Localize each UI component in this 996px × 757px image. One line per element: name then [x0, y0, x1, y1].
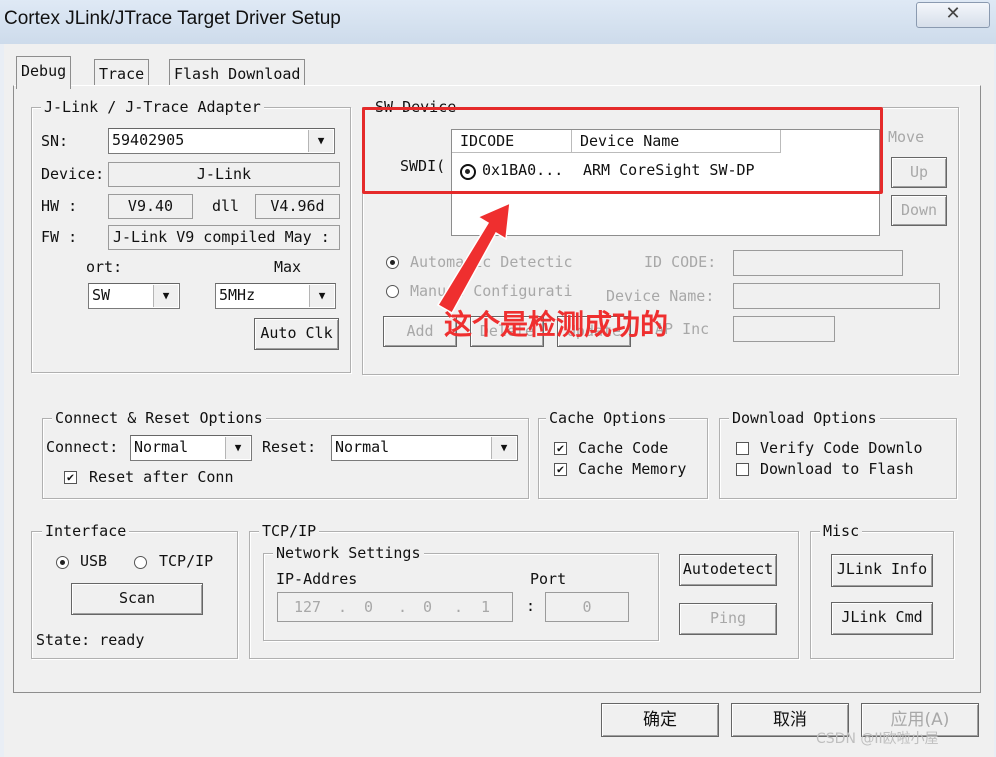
misc-group: [810, 531, 954, 659]
chevron-down-icon: ▼: [225, 437, 250, 459]
ip-address-field[interactable]: 127 . 0 . 0 . 1: [277, 592, 513, 622]
reset-label: Reset:: [262, 438, 317, 456]
max-clock-value: 5MHz: [219, 286, 256, 304]
port-number-label: Port: [530, 570, 567, 588]
chevron-down-icon: ▼: [308, 130, 333, 152]
scan-button[interactable]: Scan: [71, 583, 203, 615]
download-options-group: [719, 418, 957, 499]
connect-label: Connect:: [46, 438, 119, 456]
cache-code-checkbox[interactable]: ✔: [554, 442, 567, 455]
window-title: Cortex JLink/JTrace Target Driver Setup: [4, 8, 341, 29]
cache-options-group-label: Cache Options: [546, 409, 670, 427]
watermark: CSDN @II欧啦小屋: [816, 731, 939, 747]
sn-value: 59402905: [112, 131, 185, 149]
misc-group-label: Misc: [820, 522, 863, 540]
ip-octet-3: 0: [423, 598, 433, 616]
cache-memory-checkbox[interactable]: ✔: [554, 463, 567, 476]
highlight-box: [362, 107, 883, 194]
auto-detect-radio[interactable]: [386, 256, 399, 269]
usb-label: USB: [80, 552, 108, 570]
device-label: Device:: [41, 165, 105, 183]
hw-value: V9.40: [108, 194, 193, 219]
sn-dropdown[interactable]: 59402905 ▼: [108, 128, 335, 154]
max-clock-dropdown[interactable]: 5MHz ▼: [215, 283, 336, 309]
reset-value: Normal: [335, 438, 390, 456]
port-field[interactable]: 0: [545, 592, 629, 622]
ip-label: IP-Addres: [276, 570, 358, 588]
reset-dropdown[interactable]: Normal ▼: [331, 435, 518, 461]
reset-after-conn-checkbox[interactable]: ✔: [64, 471, 77, 484]
close-button[interactable]: ✕: [916, 2, 990, 28]
ok-button[interactable]: 确定: [601, 703, 719, 737]
ip-octet-1: 127: [294, 598, 322, 616]
autodetect-button[interactable]: Autodetect: [679, 554, 777, 586]
device-name-field[interactable]: [733, 283, 940, 309]
annotation-text: 这个是检测成功的: [444, 308, 669, 341]
device-value: J-Link: [108, 162, 340, 187]
usb-radio[interactable]: [56, 556, 69, 569]
interface-group-label: Interface: [42, 522, 130, 540]
manual-config-radio[interactable]: [386, 285, 399, 298]
dll-value: V4.96d: [255, 194, 340, 219]
ap-field[interactable]: [733, 316, 835, 342]
chevron-down-icon: ▼: [309, 285, 334, 307]
port-label: ort:: [86, 258, 123, 276]
cache-options-group: [538, 418, 708, 499]
fw-value: J-Link V9 compiled May :: [108, 225, 340, 250]
download-options-group-label: Download Options: [729, 409, 880, 427]
sn-label: SN:: [41, 132, 69, 150]
connect-reset-group-label: Connect & Reset Options: [52, 409, 266, 427]
move-label: Move: [888, 128, 925, 146]
state-text: State: ready: [36, 631, 145, 649]
cache-memory-label: Cache Memory: [578, 460, 687, 478]
tab-debug[interactable]: Debug: [16, 56, 72, 89]
network-settings-label: Network Settings: [273, 544, 424, 562]
tcpip-label: TCP/IP: [159, 552, 214, 570]
ping-button[interactable]: Ping: [679, 603, 777, 635]
cache-code-label: Cache Code: [578, 439, 669, 457]
ip-octet-2: 0: [364, 598, 374, 616]
ip-octet-4: 1: [481, 598, 491, 616]
move-down-button[interactable]: Down: [891, 195, 947, 226]
auto-clk-button[interactable]: Auto Clk: [254, 318, 339, 350]
close-icon: ✕: [945, 3, 961, 24]
verify-code-label: Verify Code Downlo: [760, 439, 923, 457]
port-dropdown[interactable]: SW ▼: [88, 283, 180, 309]
annotation-arrow-icon: [436, 201, 511, 315]
verify-code-checkbox[interactable]: [736, 442, 749, 455]
reset-after-conn-label: Reset after Conn: [89, 468, 234, 486]
max-label: Max: [274, 258, 302, 276]
adapter-group-label: J-Link / J-Trace Adapter: [41, 98, 264, 116]
id-code-label: ID CODE:: [644, 253, 717, 271]
port-value: SW: [92, 286, 111, 304]
fw-label: FW :: [41, 228, 78, 246]
jlink-cmd-button[interactable]: JLink Cmd: [831, 602, 933, 635]
move-up-button[interactable]: Up: [891, 157, 947, 188]
tcpip-radio[interactable]: [134, 556, 147, 569]
chevron-down-icon: ▼: [491, 437, 516, 459]
connect-value: Normal: [134, 438, 189, 456]
hw-label: HW :: [41, 197, 78, 215]
chevron-down-icon: ▼: [153, 285, 178, 307]
tcpip-group-label: TCP/IP: [259, 522, 320, 540]
connect-dropdown[interactable]: Normal ▼: [130, 435, 252, 461]
download-to-flash-checkbox[interactable]: [736, 463, 749, 476]
download-to-flash-label: Download to Flash: [760, 460, 914, 478]
id-code-field[interactable]: [733, 250, 903, 276]
dll-label: dll: [212, 197, 240, 215]
jlink-info-button[interactable]: JLink Info: [831, 554, 933, 587]
